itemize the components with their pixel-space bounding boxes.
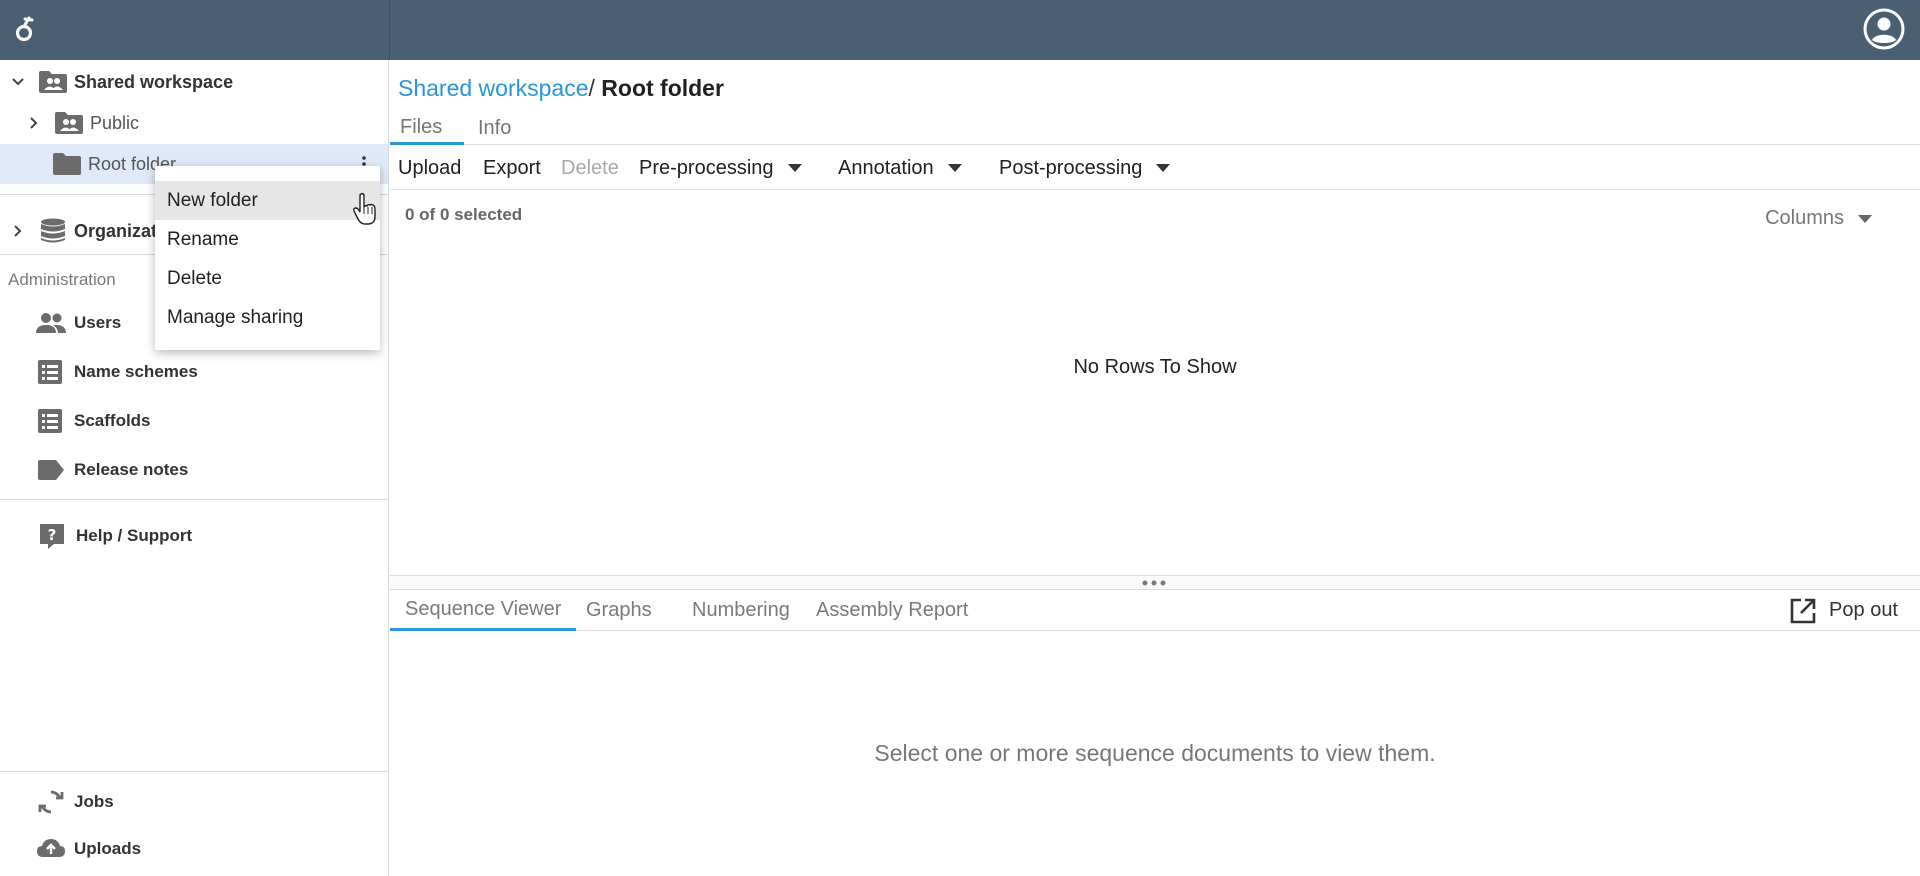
topbar-divider	[389, 0, 390, 60]
columns-dropdown[interactable]: Columns	[1765, 207, 1872, 230]
caret-down-icon	[787, 164, 802, 172]
menu-item-rename[interactable]: Rename	[155, 220, 380, 259]
popout-icon	[1790, 598, 1816, 623]
section-label-administration: Administration	[8, 270, 116, 289]
panel-splitter[interactable]	[390, 575, 1920, 590]
refresh-icon	[36, 788, 66, 816]
menu-item-new-folder[interactable]: New folder	[155, 181, 380, 220]
tab-numbering[interactable]: Numbering	[677, 590, 805, 631]
nav-item-label: Users	[74, 313, 122, 332]
group-folder-icon	[54, 110, 84, 136]
chevron-down-icon[interactable]	[8, 72, 28, 92]
tab-graphs[interactable]: Graphs	[571, 590, 667, 631]
tab-files[interactable]: Files	[390, 112, 464, 145]
tab-assembly-report[interactable]: Assembly Report	[801, 590, 983, 631]
dropdown-label: Annotation	[838, 156, 934, 179]
nav-item-users[interactable]: Users	[36, 305, 121, 341]
selection-status: 0 of 0 selected	[405, 205, 523, 224]
list-icon	[36, 358, 66, 386]
toolbar: Upload Export Delete Pre-processing Anno…	[390, 146, 1920, 190]
nav-item-name-schemes[interactable]: Name schemes	[36, 354, 198, 390]
tab-sequence-viewer[interactable]: Sequence Viewer	[390, 590, 577, 631]
tree-item-label: Shared workspace	[74, 71, 234, 92]
breadcrumb-link-shared-workspace[interactable]: Shared workspace	[398, 75, 589, 101]
caret-down-icon	[947, 164, 962, 172]
file-grid: 0 of 0 selected Columns No Rows To Show	[390, 191, 1920, 575]
nav-item-release-notes[interactable]: Release notes	[36, 452, 188, 488]
nav-item-uploads[interactable]: Uploads	[36, 831, 141, 867]
page-title: Root folder	[601, 75, 724, 101]
dropdown-label: Post-processing	[999, 156, 1143, 179]
dropdown-label: Pre-processing	[639, 156, 774, 179]
dropdown-label: Columns	[1765, 207, 1844, 229]
menu-item-delete[interactable]: Delete	[155, 259, 380, 298]
preprocessing-dropdown[interactable]: Pre-processing	[639, 146, 802, 190]
nav-item-label: Jobs	[74, 792, 114, 811]
viewer-empty-message: Select one or more sequence documents to…	[874, 740, 1436, 766]
popout-button[interactable]: Pop out	[1789, 590, 1898, 631]
popout-label: Pop out	[1829, 599, 1898, 621]
delete-button[interactable]: Delete	[561, 146, 619, 190]
group-folder-icon	[38, 69, 68, 95]
users-icon	[36, 309, 66, 337]
label-icon	[36, 456, 66, 484]
divider	[0, 771, 388, 772]
nav-item-label: Uploads	[74, 839, 142, 858]
main-content: Shared workspace/ Root folder Files Info…	[390, 60, 1920, 876]
nav-item-jobs[interactable]: Jobs	[36, 784, 114, 820]
caret-down-icon	[1156, 164, 1171, 172]
drag-handle-icon[interactable]	[1142, 580, 1166, 586]
viewer-tabs: Sequence Viewer Graphs Numbering Assembl…	[390, 590, 1920, 631]
breadcrumb: Shared workspace/ Root folder	[398, 75, 724, 102]
tree-item-label: Public	[90, 112, 140, 133]
top-bar	[0, 0, 1920, 60]
hand-cursor-icon	[353, 192, 376, 225]
chevron-right-icon[interactable]	[8, 221, 28, 241]
logo-icon[interactable]	[12, 14, 36, 46]
tab-info[interactable]: Info	[468, 112, 521, 145]
postprocessing-dropdown[interactable]: Post-processing	[999, 146, 1171, 190]
account-icon[interactable]	[1862, 7, 1906, 51]
chevron-right-icon[interactable]	[24, 113, 44, 133]
empty-grid-message: No Rows To Show	[1073, 356, 1237, 378]
help-icon: ?	[38, 522, 68, 550]
upload-button[interactable]: Upload	[398, 146, 461, 190]
svg-text:?: ?	[48, 526, 57, 544]
context-menu: New folder Rename Delete Manage sharing	[155, 166, 380, 350]
tree-item-label: Organizat	[74, 220, 158, 241]
caret-down-icon	[1858, 214, 1872, 223]
folder-icon	[52, 151, 82, 177]
divider	[0, 499, 388, 500]
nav-item-label: Scaffolds	[74, 411, 151, 430]
annotation-dropdown[interactable]: Annotation	[838, 146, 962, 190]
breadcrumb-separator: /	[588, 75, 595, 101]
export-button[interactable]: Export	[483, 146, 541, 190]
tree-item-public[interactable]: Public	[24, 103, 389, 143]
nav-item-label: Help / Support	[76, 526, 193, 545]
nav-item-label: Release notes	[74, 460, 189, 479]
tree-item-shared-workspace[interactable]: Shared workspace	[8, 62, 389, 102]
file-tabs: Files Info	[390, 112, 1920, 145]
nav-item-help-support[interactable]: ? Help / Support	[38, 518, 192, 554]
nav-item-label: Name schemes	[74, 362, 198, 381]
cloud-upload-icon	[36, 835, 66, 863]
database-icon	[38, 218, 68, 244]
nav-item-scaffolds[interactable]: Scaffolds	[36, 403, 151, 439]
menu-item-manage-sharing[interactable]: Manage sharing	[155, 298, 380, 337]
list-icon	[36, 407, 66, 435]
